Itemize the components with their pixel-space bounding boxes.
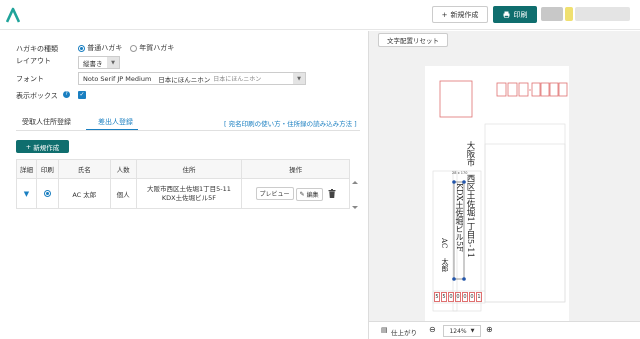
chevron-down-icon: ▼	[107, 57, 119, 68]
row-address: 大阪市西区土佐堀1丁目5-11 KDX土佐堀ビル5F	[135, 178, 243, 209]
layout-select[interactable]: 縦書き ▼	[78, 56, 120, 69]
sender-last-name[interactable]: 太郎	[440, 258, 450, 272]
postcard-type-option-newyear[interactable]: 年賀ハガキ	[130, 43, 174, 53]
radio-unselected-icon[interactable]	[130, 44, 137, 52]
tab-recipient[interactable]: 受取人住所登録	[22, 117, 71, 127]
preview-button[interactable]: プレビュー	[255, 186, 294, 200]
chevron-down-icon: ▼	[293, 73, 305, 84]
add-sender-button[interactable]: + 新規作成	[16, 140, 69, 153]
postcard-type-label: ハガキの種類	[16, 45, 58, 53]
preview-toolbar: ▤ 仕上がり ⊖ 124% ▼ ⊕	[369, 321, 640, 339]
edit-button[interactable]: ✎ 編集	[295, 187, 323, 201]
zoom-select[interactable]: 124% ▼	[443, 325, 481, 337]
postcard-preview: 大阪市 西区土佐堀1丁目5-11 28 x 170 KDX土佐堀ビル5F AC …	[425, 66, 569, 324]
print-radio[interactable]	[43, 190, 51, 197]
col-print: 印刷	[35, 159, 59, 179]
tab-divider	[16, 130, 360, 131]
printer-icon	[503, 11, 509, 18]
row-print-cell[interactable]	[35, 178, 59, 209]
plus-icon: +	[25, 142, 32, 151]
col-name: 氏名	[57, 159, 111, 179]
pencil-icon: ✎	[299, 190, 305, 198]
row-name: AC 太郎	[57, 178, 111, 209]
address-size-label: 28 x 170	[452, 171, 468, 175]
layout-label: レイアウト	[16, 57, 51, 65]
zip-code-boxes	[496, 82, 568, 97]
row-count: 個人	[109, 178, 137, 209]
document-icon: ▤	[381, 326, 388, 334]
help-icon[interactable]: ?	[63, 91, 70, 98]
address-street[interactable]: 西区土佐堀1丁目5-11	[464, 174, 476, 258]
col-address: 住所	[135, 159, 243, 179]
postcard-type-option-normal[interactable]: 普通ハガキ	[78, 43, 122, 53]
tab-sender[interactable]: 差出人登録	[98, 117, 133, 127]
sender-first-name[interactable]: AC	[440, 238, 448, 248]
blurred-user-avatar[interactable]	[541, 7, 563, 21]
display-box-checkbox[interactable]: ✓	[78, 91, 86, 99]
postcard-svg	[432, 80, 568, 312]
app-header: + 新規作成 印刷	[0, 0, 640, 30]
blurred-user-name	[565, 7, 573, 21]
settings-panel: ハガキの種類 普通ハガキ 年賀ハガキ レイアウト 縦書き ▼ フォント Noto…	[0, 31, 367, 339]
table-header-row: 詳細 印刷 氏名 人数 住所 操作	[16, 159, 350, 179]
sender-zip: 5 5 0 0 0 0 1	[434, 292, 482, 302]
help-link[interactable]: [ 宛名印刷の使い方・住所録の読み込み方法 ]	[224, 118, 357, 128]
address-building[interactable]: KDX土佐堀ビル5F	[454, 183, 465, 252]
zoom-in-icon[interactable]: ⊕	[486, 325, 493, 334]
preview-panel: 文字配置リセット 大阪市 西区土佐堀1丁目5-11 28 x 170 KDX土佐…	[368, 31, 640, 339]
chevron-down-icon: ▼	[470, 328, 475, 334]
finish-label[interactable]: 仕上がり	[391, 327, 417, 337]
plus-icon: +	[441, 10, 448, 19]
display-box-label: 表示ボックス	[16, 92, 58, 100]
caret-down-icon[interactable]: ▼	[24, 190, 29, 198]
reset-layout-button[interactable]: 文字配置リセット	[378, 33, 448, 47]
font-select[interactable]: Noto Serif JP Medium 日本にほんニホン 日本にほんニホン ▼	[78, 72, 306, 85]
blurred-user-menu[interactable]	[575, 7, 630, 21]
sender-table: 詳細 印刷 氏名 人数 住所 操作 ▼ AC 太郎 個人 大阪市西区土佐堀1丁目…	[16, 159, 350, 209]
table-row: ▼ AC 太郎 個人 大阪市西区土佐堀1丁目5-11 KDX土佐堀ビル5F プレ…	[16, 178, 350, 209]
app-logo-icon[interactable]	[6, 7, 20, 23]
col-actions: 操作	[241, 159, 350, 179]
stamp-box	[439, 80, 473, 118]
trash-icon[interactable]	[328, 189, 336, 198]
row-expand-cell[interactable]: ▼	[16, 178, 37, 209]
address-city[interactable]: 大阪市	[464, 141, 476, 167]
new-create-button[interactable]: + 新規作成	[432, 6, 488, 23]
col-count: 人数	[109, 159, 137, 179]
table-scrollbar[interactable]	[351, 180, 359, 210]
print-button[interactable]: 印刷	[493, 6, 537, 23]
row-actions: プレビュー ✎ 編集	[241, 178, 350, 209]
radio-selected-icon[interactable]	[78, 44, 85, 52]
zoom-out-icon[interactable]: ⊖	[429, 325, 436, 334]
font-label: フォント	[16, 75, 44, 83]
col-detail: 詳細	[16, 159, 37, 179]
